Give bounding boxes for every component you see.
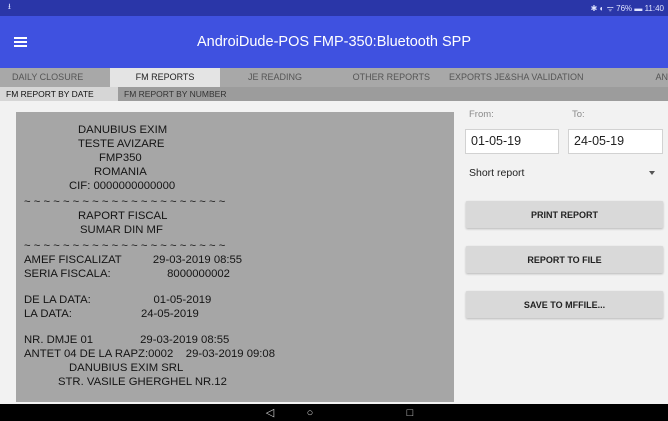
from-date-input[interactable]: 01-05-19 [465, 129, 559, 154]
main-tabs: DAILY CLOSURE FM REPORTS JE READING OTHE… [0, 68, 668, 87]
report-line: FMP350 [99, 152, 142, 164]
status-indicators: ✱ ◐ ᯤ 76% ▬ 11:40 [590, 3, 664, 13]
subtab-fm-report-by-date[interactable]: FM REPORT BY DATE [0, 87, 118, 101]
usb-icon: ⭳ [8, 2, 11, 11]
report-line: NR. DMJE 01 29-03-2019 08:55 [24, 334, 230, 346]
report-to-file-button[interactable]: REPORT TO FILE [466, 246, 663, 273]
report-line: CIF: 0000000000000 [69, 180, 176, 192]
report-line: TESTE AVIZARE [78, 138, 165, 150]
report-separator: ~ ~ ~ ~ ~ ~ ~ ~ ~ ~ ~ ~ ~ ~ ~ ~ ~ ~ ~ ~ … [24, 240, 226, 252]
report-line: AMEF FISCALIZAT 29-03-2019 08:55 [24, 254, 243, 266]
chevron-down-icon [649, 171, 655, 175]
report-line: DANUBIUS EXIM SRL [69, 362, 184, 374]
report-line: DANUBIUS EXIM [78, 124, 168, 136]
tab-an[interactable]: AN [630, 68, 668, 87]
recents-icon[interactable]: □ [398, 404, 422, 421]
status-bar: ⭳ ✱ ◐ ᯤ 76% ▬ 11:40 [0, 0, 668, 16]
report-options-panel: From: 01-05-19 To: 24-05-19 Short report… [465, 108, 665, 398]
app-bar: AndroiDude-POS FMP-350:Bluetooth SPP [0, 16, 668, 68]
report-line: SUMAR DIN MF [80, 224, 163, 236]
to-label: To: [572, 109, 585, 120]
report-line: STR. VASILE GHERGHEL NR.12 [58, 376, 227, 388]
back-icon[interactable]: ◁ [258, 404, 282, 421]
system-nav-bar: ◁ ○ □ [0, 404, 668, 421]
tab-fm-reports[interactable]: FM REPORTS [110, 68, 220, 87]
report-line: SERIA FISCALA: 8000000002 [24, 268, 230, 280]
subtab-fm-report-by-number[interactable]: FM REPORT BY NUMBER [118, 87, 233, 101]
report-line: ROMANIA [94, 166, 147, 178]
tab-daily-closure[interactable]: DAILY CLOSURE [0, 68, 110, 87]
report-separator: ~ ~ ~ ~ ~ ~ ~ ~ ~ ~ ~ ~ ~ ~ ~ ~ ~ ~ ~ ~ … [24, 196, 226, 208]
report-type-dropdown[interactable]: Short report [465, 163, 665, 183]
home-icon[interactable]: ○ [298, 404, 322, 421]
report-line: DE LA DATA: 01-05-2019 [24, 294, 212, 306]
sub-tabs: FM REPORT BY DATE FM REPORT BY NUMBER [0, 87, 668, 101]
tab-exports-validation[interactable]: EXPORTS JE&SHA VALIDATION [440, 68, 630, 87]
report-line: LA DATA: 24-05-2019 [24, 308, 199, 320]
save-to-mffile-button[interactable]: SAVE TO MFFILE... [466, 291, 663, 318]
report-type-value: Short report [469, 167, 525, 179]
tab-je-reading[interactable]: JE READING [220, 68, 330, 87]
hamburger-menu-icon[interactable] [0, 16, 40, 68]
from-label: From: [469, 109, 494, 120]
app-title: AndroiDude-POS FMP-350:Bluetooth SPP [196, 34, 472, 50]
report-line: RAPORT FISCAL [78, 210, 168, 222]
print-report-button[interactable]: PRINT REPORT [466, 201, 663, 228]
report-line: ANTET 04 DE LA RAPZ:0002 29-03-2019 09:0… [24, 348, 275, 360]
report-preview[interactable]: DANUBIUS EXIM TESTE AVIZARE FMP350 ROMAN… [16, 112, 454, 402]
to-date-input[interactable]: 24-05-19 [568, 129, 663, 154]
tab-other-reports[interactable]: OTHER REPORTS [330, 68, 440, 87]
